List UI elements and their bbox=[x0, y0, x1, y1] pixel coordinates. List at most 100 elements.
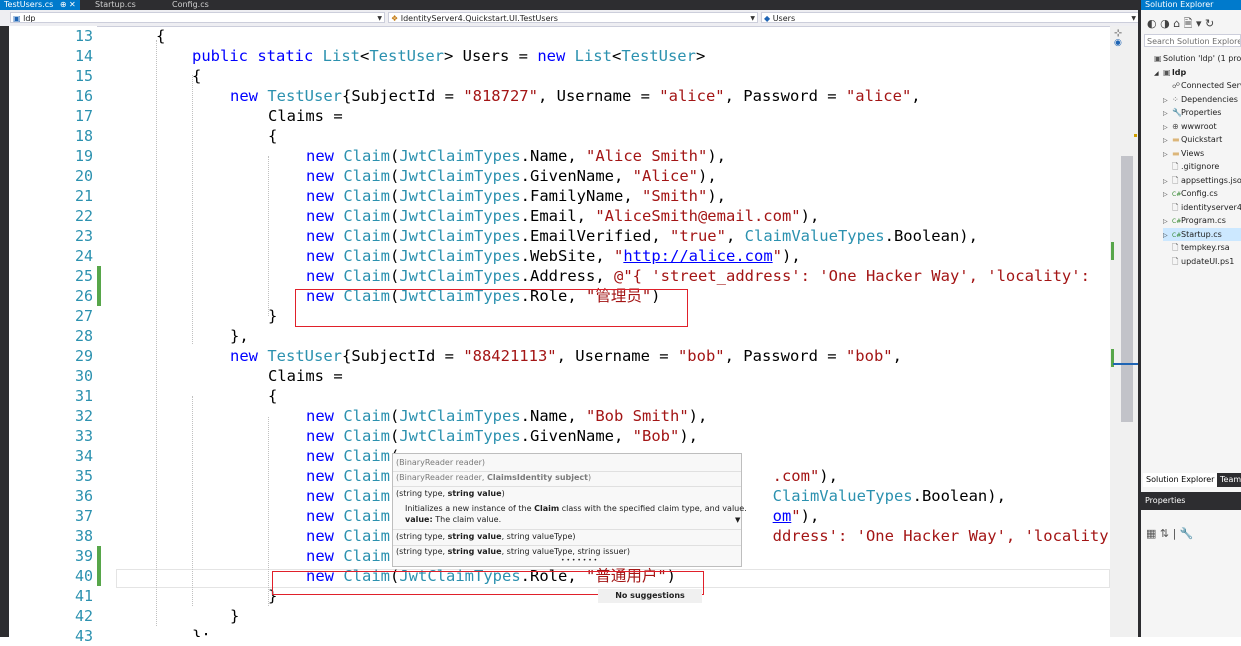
tree-item[interactable]: ▷ C#Startup.cs bbox=[1163, 227, 1241, 242]
expander-icon[interactable]: ▷ bbox=[1163, 175, 1172, 188]
code-token: JwtClaimTypes bbox=[399, 147, 521, 165]
code-line[interactable]: { bbox=[192, 66, 201, 86]
expander-icon[interactable]: ▷ bbox=[1163, 121, 1172, 134]
vertical-scrollbar[interactable]: ⊹ ◉ bbox=[1110, 26, 1138, 637]
tree-item[interactable]: 🗋 updateUI.ps1 bbox=[1163, 255, 1241, 268]
search-input[interactable]: Search Solution Explorer bbox=[1144, 34, 1241, 47]
code-line[interactable]: { bbox=[268, 126, 277, 146]
tree-item[interactable]: ▷ ⊕ wwwroot bbox=[1163, 120, 1241, 133]
tree-item[interactable]: 🗋identityserver4_log.txt bbox=[1163, 201, 1241, 214]
code-token: ( bbox=[390, 207, 400, 225]
expander-icon[interactable]: ▷ bbox=[1163, 215, 1172, 228]
code-token: new bbox=[306, 427, 344, 445]
tree-item[interactable]: ▷ ▬Views bbox=[1163, 147, 1241, 160]
code-token: "bob" bbox=[677, 347, 725, 365]
code-line[interactable]: }; bbox=[192, 626, 211, 637]
code-line[interactable]: new Claim(JwtClaimTypes.Name, "Alice Smi… bbox=[306, 146, 726, 166]
code-line[interactable]: new Claim(JwtClaimTypes.Name, "Bob Smith… bbox=[306, 406, 707, 426]
overload-param: string value bbox=[447, 547, 502, 556]
line-number: 22 bbox=[74, 207, 93, 225]
code-token: , Username = bbox=[537, 87, 660, 105]
code-line[interactable]: new Claim( bbox=[306, 546, 399, 566]
tab-solution-explorer[interactable]: Solution Explorer bbox=[1143, 473, 1218, 487]
code-line[interactable]: new Claim(JwtClaimTypes.GivenName, "Alic… bbox=[306, 166, 717, 186]
expander-icon[interactable]: ▷ bbox=[1163, 134, 1172, 147]
code-line[interactable]: new Claim(JwtClaimTypes.WebSite, "http:/… bbox=[306, 246, 801, 266]
tree-item[interactable]: ▷ 🗋 appsettings.json bbox=[1163, 174, 1241, 187]
overload-item[interactable]: (string type, string value, string value… bbox=[396, 532, 576, 541]
tree-item[interactable]: 🗋 .gitignore bbox=[1163, 160, 1241, 173]
properties-panel-title: Properties bbox=[1141, 492, 1241, 510]
indent-guide bbox=[192, 396, 193, 606]
code-token: .WebSite, bbox=[520, 247, 614, 265]
code-token: new bbox=[306, 447, 344, 465]
code-token: List bbox=[322, 47, 360, 65]
overload-item[interactable]: (string type, string value, string value… bbox=[396, 547, 630, 556]
tree-item[interactable]: ▷ C#Config.cs bbox=[1163, 187, 1241, 200]
overload-item-selected[interactable]: (string type, string value) bbox=[396, 489, 505, 498]
toolbar-icons[interactable]: ▦ ⇅ | 🔧 bbox=[1146, 527, 1194, 540]
toolbar-icons[interactable]: ◐ ◑ ⌂ 🗎 ▾ ↻ bbox=[1147, 15, 1214, 34]
separator bbox=[393, 486, 741, 487]
code-line[interactable]: } bbox=[268, 306, 277, 326]
tree-item[interactable]: ◢ ▣ldp bbox=[1154, 66, 1241, 79]
code-line[interactable]: { bbox=[156, 26, 165, 46]
code-line[interactable]: new TestUser{SubjectId = "88421113", Use… bbox=[230, 346, 902, 366]
tab-config[interactable]: Config.cs bbox=[172, 0, 209, 10]
code-line[interactable]: new Claim( bbox=[306, 446, 399, 466]
expander-icon[interactable]: ▷ bbox=[1163, 107, 1172, 120]
chevron-down-icon[interactable]: ▼ bbox=[735, 516, 740, 524]
chevron-down-icon: ▼ bbox=[750, 15, 755, 22]
expander-icon[interactable]: ▷ bbox=[1163, 188, 1172, 201]
tree-item[interactable]: ▣Solution 'ldp' (1 project) bbox=[1145, 52, 1241, 65]
code-line[interactable]: Claims = bbox=[268, 366, 343, 386]
overload-text: (BinaryReader reader) bbox=[396, 458, 486, 467]
code-line[interactable]: } bbox=[230, 606, 239, 626]
scrollbar-thumb[interactable] bbox=[1121, 156, 1133, 422]
expander-icon[interactable]: ◢ bbox=[1154, 67, 1163, 80]
tree-item[interactable]: 🗋 tempkey.rsa bbox=[1163, 241, 1241, 254]
project-dropdown[interactable]: ▣ ldp ▼ bbox=[10, 12, 385, 23]
tree-item[interactable]: ☍Connected Services bbox=[1163, 79, 1241, 92]
code-token: ), bbox=[782, 247, 801, 265]
code-line[interactable]: new Claim(JwtClaimTypes.GivenName, "Bob"… bbox=[306, 426, 698, 446]
tree-item[interactable]: ▷ ⁘ Dependencies bbox=[1163, 93, 1241, 106]
code-token: Claim bbox=[343, 487, 390, 505]
parameter-info-tooltip: (BinaryReader reader) (BinaryReader read… bbox=[392, 453, 747, 567]
overload-item[interactable]: (BinaryReader reader) bbox=[396, 458, 485, 467]
class-icon: ❖ bbox=[391, 14, 401, 23]
code-line[interactable]: public static List<TestUser> Users = new… bbox=[192, 46, 705, 66]
solution-explorer-toolbar[interactable]: ◐ ◑ ⌂ 🗎 ▾ ↻ bbox=[1141, 12, 1241, 32]
tab-startup[interactable]: Startup.cs bbox=[95, 0, 136, 10]
code-line[interactable]: new Claim(JwtClaimTypes.Address, @"{ 'st… bbox=[306, 266, 1090, 286]
tree-item[interactable]: ▷ 🔧Properties bbox=[1163, 106, 1241, 119]
tree-item-label: Quickstart bbox=[1181, 135, 1223, 144]
code-token: , Username = bbox=[556, 347, 678, 365]
expander-icon[interactable]: ▷ bbox=[1163, 229, 1172, 242]
code-token: Claims = bbox=[268, 367, 343, 385]
tab-testusers[interactable]: TestUsers.cs ⊕ ✕ bbox=[0, 0, 80, 10]
code-line[interactable]: Claims = bbox=[268, 106, 343, 126]
code-token: "Alice Smith" bbox=[586, 147, 708, 165]
code-line[interactable]: new Claim(JwtClaimTypes.EmailVerified, "… bbox=[306, 226, 978, 246]
tree-item[interactable]: ▷ ▬Quickstart bbox=[1163, 133, 1241, 146]
properties-toolbar[interactable]: ▦ ⇅ | 🔧 bbox=[1141, 524, 1241, 544]
desc-bold: Claim bbox=[534, 504, 560, 513]
member-dropdown[interactable]: ◆ Users ▼ bbox=[761, 12, 1139, 23]
code-line[interactable]: new Claim(JwtClaimTypes.Email, "AliceSmi… bbox=[306, 206, 819, 226]
code-line[interactable]: new TestUser{SubjectId = "818727", Usern… bbox=[230, 86, 921, 106]
line-number: 39 bbox=[74, 547, 93, 565]
tab-team-explorer[interactable]: Team bbox=[1217, 473, 1241, 487]
tree-item[interactable]: ▷ C#Program.cs bbox=[1163, 214, 1241, 227]
overload-item[interactable]: (BinaryReader reader, ClaimsIdentity sub… bbox=[396, 473, 591, 482]
close-icon[interactable]: ⊕ ✕ bbox=[60, 0, 76, 9]
class-dropdown[interactable]: ❖ IdentityServer4.Quickstart.UI.TestUser… bbox=[388, 12, 758, 23]
expander-icon[interactable]: ▷ bbox=[1163, 148, 1172, 161]
code-token: List bbox=[574, 47, 612, 65]
code-line[interactable]: { bbox=[268, 386, 277, 406]
expander-icon[interactable]: ▷ bbox=[1163, 94, 1172, 107]
code-token: new bbox=[306, 227, 344, 245]
code-line[interactable]: new Claim(JwtClaimTypes.FamilyName, "Smi… bbox=[306, 186, 726, 206]
file-icon: C# bbox=[1172, 231, 1182, 239]
code-line[interactable]: }, bbox=[230, 326, 249, 346]
